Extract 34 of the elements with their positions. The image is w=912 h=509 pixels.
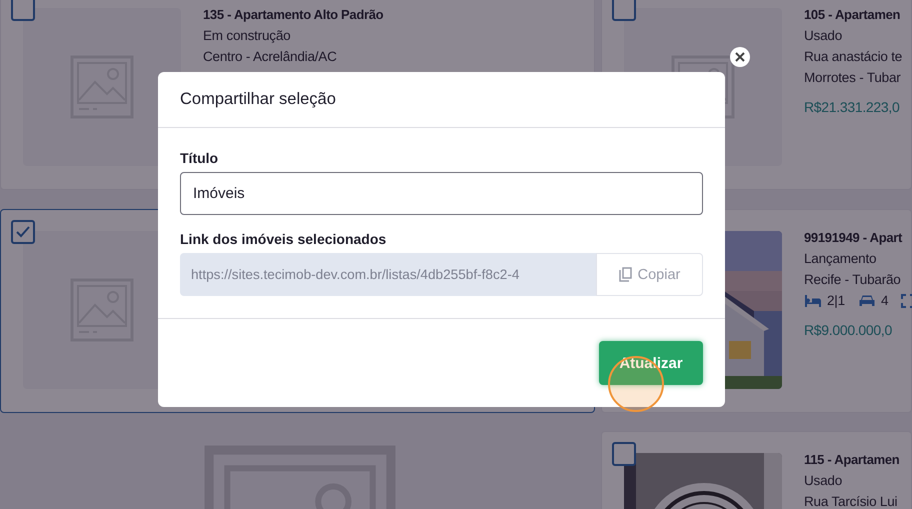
checkbox[interactable] [11, 0, 35, 21]
car-icon [858, 294, 876, 308]
listing-card[interactable]: 115 - Apartamen Usado Rua Tarcísio Lui [601, 431, 912, 509]
listing-detail: Centro - Acrelândia/AC [203, 50, 337, 64]
listing-detail: Recife - Tubarão [804, 272, 901, 286]
listing-price: R$9.000.000,0 [804, 320, 892, 338]
field-label: Link dos imóveis selecionados [180, 231, 388, 247]
checkbox[interactable] [612, 442, 636, 466]
copy-icon [618, 267, 633, 282]
link-field[interactable]: https://sites.tecimob-dev.com.br/listas/4db255bf-f8c2-4 [180, 253, 596, 296]
title-input-field[interactable]: Imóveis [180, 172, 703, 215]
field-label: Título [180, 150, 220, 166]
listing-detail: Morrotes - Tubar [804, 71, 901, 85]
checkbox[interactable] [612, 0, 636, 21]
copy-button[interactable]: Copiar [596, 253, 703, 296]
listing-detail: Em construção [203, 29, 290, 43]
dialog-title: Compartilhar seleção [180, 90, 336, 109]
listing-title: 135 - Apartamento Alto Padrão [203, 8, 384, 22]
area-icon [901, 294, 912, 308]
feature-value: 4 [880, 293, 888, 308]
checkbox[interactable] [11, 220, 35, 244]
close-icon [735, 52, 745, 62]
listing-title: 115 - Apartamen [804, 453, 900, 467]
listing-price: R$21.331.223,0 [804, 98, 900, 116]
check-icon [15, 224, 31, 240]
listing-detail: Rua anastácio te [804, 50, 902, 64]
feature-value: 2|1 [827, 293, 845, 308]
listing-detail: Usado [804, 474, 842, 488]
bed-icon [804, 294, 822, 308]
listing-detail: Usado [804, 29, 842, 43]
listing-title: 99191949 - Apart [804, 230, 902, 244]
listing-detail: Rua Tarcísio Lui [804, 495, 898, 509]
listing-detail: Lançamento [804, 252, 876, 266]
listing-title: 105 - Apartamen [804, 8, 900, 22]
